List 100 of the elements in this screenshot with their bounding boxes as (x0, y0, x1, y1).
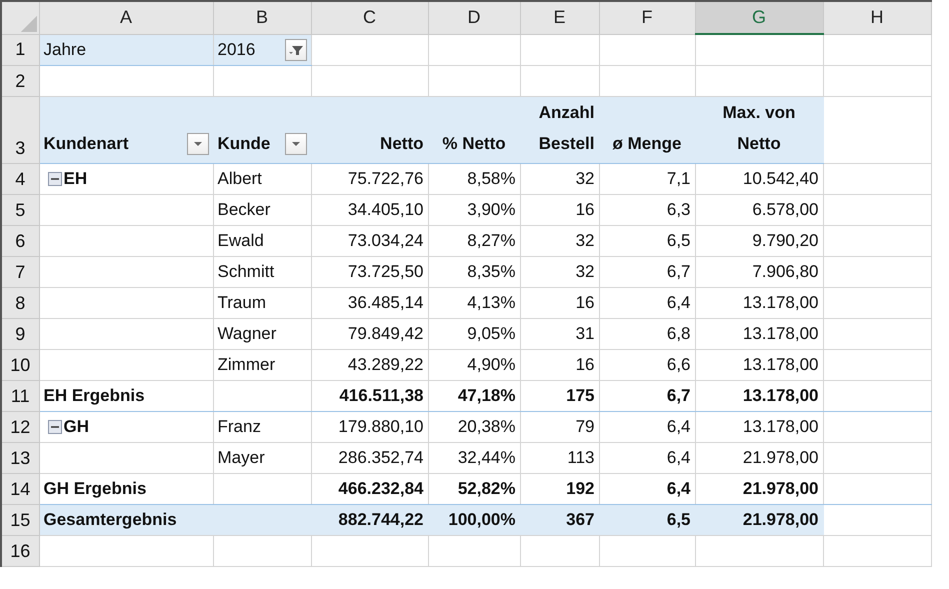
table-cell: 32,44% (428, 442, 520, 474)
row-header[interactable]: 14 (1, 474, 39, 504)
column-header[interactable]: G (695, 1, 823, 34)
column-header[interactable]: E (520, 1, 599, 34)
table-cell: Mayer (213, 442, 311, 474)
table-cell: 6,3 (599, 194, 695, 226)
table-cell: 73.034,24 (311, 226, 428, 256)
column-label: Kunde (218, 133, 270, 155)
table-cell: 6,6 (599, 350, 695, 380)
row-header[interactable]: 11 (1, 380, 39, 412)
column-label: Netto (380, 134, 424, 153)
table-cell: Becker (213, 194, 311, 226)
table-cell: 113 (520, 442, 599, 474)
column-header[interactable]: H (823, 1, 931, 34)
table-cell: 32 (520, 256, 599, 288)
column-label: ø Menge (612, 134, 682, 153)
table-cell: 6,8 (599, 318, 695, 350)
row-header[interactable]: 12 (1, 412, 39, 442)
table-cell: 20,38% (428, 412, 520, 442)
table-cell: 6.578,00 (695, 194, 823, 226)
table-cell: 47,18% (428, 380, 520, 412)
row-header[interactable]: 9 (1, 318, 39, 350)
table-cell: 7.906,80 (695, 256, 823, 288)
table-cell: 21.978,00 (695, 442, 823, 474)
column-header[interactable]: C (311, 1, 428, 34)
column-label: Kundenart (44, 133, 128, 155)
dropdown-button[interactable] (186, 132, 208, 154)
table-cell: 367 (520, 504, 599, 536)
table-cell: 9.790,20 (695, 226, 823, 256)
filter-button[interactable] (284, 38, 306, 61)
table-cell: 32 (520, 164, 599, 194)
caret-icon (290, 140, 300, 146)
caret-icon (192, 140, 202, 146)
table-cell: 8,35% (428, 256, 520, 288)
table-cell: 16 (520, 194, 599, 226)
row-header[interactable]: 16 (1, 536, 39, 566)
table-cell: 6,5 (599, 504, 695, 536)
table-cell: 882.744,22 (311, 504, 428, 536)
table-cell: 100,00% (428, 504, 520, 536)
table-cell: 179.880,10 (311, 412, 428, 442)
table-cell: 16 (520, 288, 599, 318)
row-header[interactable]: 13 (1, 442, 39, 474)
table-cell: Schmitt (213, 256, 311, 288)
table-cell: 4,13% (428, 288, 520, 318)
table-cell: 31 (520, 318, 599, 350)
group-label: GH (64, 417, 89, 437)
table-cell: 6,4 (599, 288, 695, 318)
table-cell: 13.178,00 (695, 318, 823, 350)
row-header[interactable]: 8 (1, 288, 39, 318)
column-header[interactable]: B (213, 1, 311, 34)
row-header[interactable]: 4 (1, 164, 39, 194)
column-label: Anzahl Bestell (538, 103, 594, 153)
table-cell: EH Ergebnis (39, 380, 213, 412)
select-all-button[interactable] (1, 1, 39, 34)
table-cell: 2016 (218, 40, 256, 60)
row-header[interactable]: 5 (1, 194, 39, 226)
table-cell: Albert (213, 164, 311, 194)
row-header[interactable]: 2 (1, 66, 39, 96)
table-cell: 8,27% (428, 226, 520, 256)
table-cell: 32 (520, 226, 599, 256)
row-header[interactable]: 6 (1, 226, 39, 256)
collapse-icon[interactable] (48, 420, 62, 434)
dropdown-button[interactable] (284, 132, 306, 154)
table-cell: 36.485,14 (311, 288, 428, 318)
table-cell: 286.352,74 (311, 442, 428, 474)
triangle-icon (18, 14, 36, 32)
table-cell: Jahre (39, 34, 213, 66)
table-cell: 7,1 (599, 164, 695, 194)
row-header[interactable]: 7 (1, 256, 39, 288)
column-header[interactable]: F (599, 1, 695, 34)
table-cell: 3,90% (428, 194, 520, 226)
row-header[interactable]: 10 (1, 350, 39, 380)
table-cell: 175 (520, 380, 599, 412)
row-header[interactable]: 3 (1, 96, 39, 164)
table-cell: 416.511,38 (311, 380, 428, 412)
row-header[interactable]: 15 (1, 504, 39, 536)
table-cell: Gesamtergebnis (39, 504, 213, 536)
table-cell: Zimmer (213, 350, 311, 380)
collapse-icon[interactable] (48, 172, 62, 186)
column-label: % Netto (442, 134, 506, 153)
table-cell: 13.178,00 (695, 412, 823, 442)
table-cell: 9,05% (428, 318, 520, 350)
table-cell: 13.178,00 (695, 380, 823, 412)
table-cell: 75.722,76 (311, 164, 428, 194)
table-cell: 10.542,40 (695, 164, 823, 194)
column-header[interactable]: D (428, 1, 520, 34)
table-cell: 79.849,42 (311, 318, 428, 350)
table-cell: 21.978,00 (695, 504, 823, 536)
column-header[interactable]: A (39, 1, 213, 34)
table-cell: 43.289,22 (311, 350, 428, 380)
table-cell: 6,5 (599, 226, 695, 256)
table-cell: Traum (213, 288, 311, 318)
row-header[interactable]: 1 (1, 34, 39, 66)
table-cell: 13.178,00 (695, 288, 823, 318)
table-cell: 16 (520, 350, 599, 380)
table-cell: 6,7 (599, 380, 695, 412)
table-cell: Franz (213, 412, 311, 442)
table-cell: 73.725,50 (311, 256, 428, 288)
table-cell: 6,4 (599, 442, 695, 474)
table-cell: 34.405,10 (311, 194, 428, 226)
